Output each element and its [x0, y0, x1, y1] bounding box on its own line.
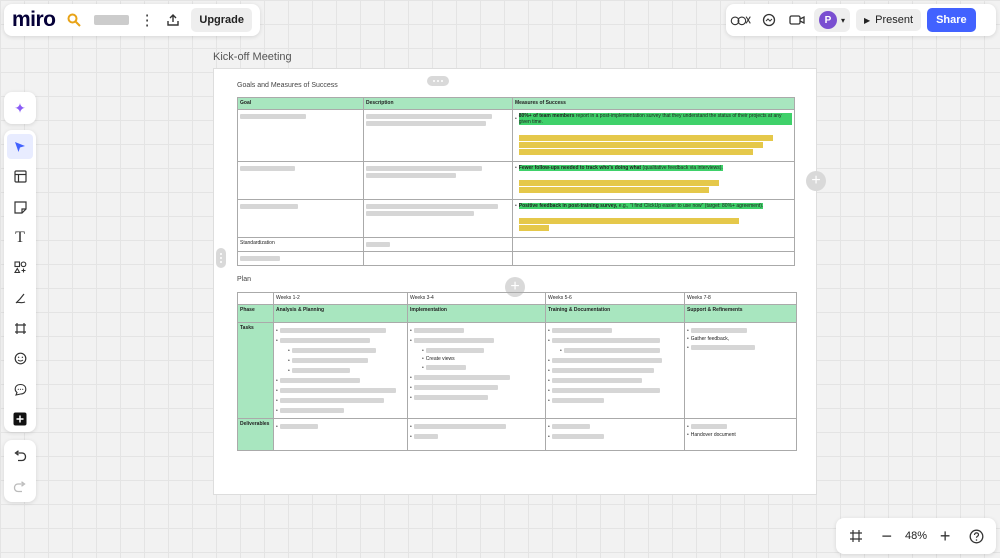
- add-item-right-icon[interactable]: +: [806, 171, 826, 191]
- select-cursor-icon[interactable]: [7, 134, 33, 160]
- export-icon[interactable]: [165, 9, 181, 31]
- tasks-label: Tasks: [237, 322, 274, 419]
- miro-logo[interactable]: miro: [12, 8, 56, 32]
- goals-col-description: Description: [363, 97, 513, 110]
- zoom-in-icon[interactable]: +: [932, 523, 958, 549]
- video-call-icon[interactable]: [786, 9, 808, 31]
- goals-col-goal: Goal: [237, 97, 364, 110]
- goals-col-measures: Measures of Success: [512, 97, 795, 110]
- add-apps-icon[interactable]: [7, 407, 33, 432]
- creation-toolbar: T: [4, 130, 36, 432]
- templates-icon[interactable]: [7, 164, 33, 189]
- search-icon[interactable]: [66, 9, 82, 31]
- task-create-views: Create views: [425, 356, 455, 362]
- chat-icon[interactable]: [758, 9, 780, 31]
- phase-support: Support & Refinements: [684, 304, 797, 323]
- table-row: Standardization: [237, 237, 795, 252]
- deliverables-label: Deliverables: [237, 418, 274, 451]
- history-toolbar: [4, 440, 36, 502]
- zoom-out-icon[interactable]: −: [874, 523, 900, 549]
- measure-2-text: (qualitative feedback via interviews).: [641, 165, 723, 171]
- user-menu[interactable]: P ▾: [814, 8, 851, 32]
- frame-title[interactable]: Kick-off Meeting: [213, 51, 292, 63]
- sticky-note-icon[interactable]: [7, 195, 33, 220]
- sparkle-icon[interactable]: ✦: [7, 95, 33, 121]
- present-button[interactable]: ▶ Present: [856, 9, 922, 31]
- measure-3-bold: Positive feedback in post-training surve…: [518, 203, 618, 209]
- plan-section-label: Plan: [237, 276, 252, 283]
- more-options-icon[interactable]: ⋮: [139, 9, 155, 31]
- text-icon[interactable]: T: [7, 225, 33, 250]
- frame-icon[interactable]: [7, 316, 33, 341]
- help-icon[interactable]: [963, 523, 989, 549]
- deliverable-handover: Handover document: [690, 432, 736, 438]
- table-row: Fewer follow-ups needed to track who's d…: [237, 161, 795, 200]
- measure-2-bold: Fewer follow-ups needed to track who's d…: [518, 165, 642, 171]
- upgrade-button[interactable]: Upgrade: [191, 8, 253, 32]
- standardization-cell: Standardization: [237, 237, 364, 252]
- plan-phase-row: Phase Analysis & Planning Implementation…: [237, 304, 797, 323]
- share-button[interactable]: Share: [927, 8, 976, 32]
- table-row: Positive feedback in post-training surve…: [237, 199, 795, 238]
- phase-training: Training & Documentation: [545, 304, 685, 323]
- weeks-5-6: Weeks 5-6: [545, 292, 685, 305]
- chevron-down-icon: ▾: [841, 15, 846, 25]
- weeks-3-4: Weeks 3-4: [407, 292, 546, 305]
- table-row: 80%+ of team members report in a post-im…: [237, 109, 795, 162]
- pen-icon[interactable]: [7, 285, 33, 310]
- plan-table[interactable]: Weeks 1-2 Weeks 3-4 Weeks 5-6 Weeks 7-8 …: [237, 292, 797, 451]
- zoom-level[interactable]: 48%: [905, 530, 927, 542]
- weeks-1-2: Weeks 1-2: [273, 292, 408, 305]
- drag-handle-top[interactable]: [427, 76, 449, 86]
- avatar: P: [819, 11, 837, 29]
- reactions-icon[interactable]: [730, 9, 752, 31]
- goals-section-label: Goals and Measures of Success: [237, 82, 338, 89]
- table-row: [237, 251, 795, 266]
- goals-header-row: Goal Description Measures of Success: [237, 97, 795, 110]
- undo-icon[interactable]: [7, 443, 33, 469]
- redo-icon[interactable]: [7, 474, 33, 500]
- top-left-toolbar: miro ⋮ Upgrade: [4, 4, 260, 36]
- phase-label: Phase: [237, 304, 274, 323]
- board-name[interactable]: [93, 15, 130, 25]
- drag-handle-side[interactable]: [216, 248, 226, 268]
- measure-3-text: e.g., "I find ClickUp easier to use now"…: [617, 203, 764, 209]
- plan-weeks-row: Weeks 1-2 Weeks 3-4 Weeks 5-6 Weeks 7-8: [237, 292, 797, 305]
- stickers-icon[interactable]: [7, 346, 33, 371]
- zoom-toolbar: − 48% +: [836, 518, 996, 554]
- comment-icon[interactable]: [7, 376, 33, 401]
- top-right-toolbar: P ▾ ▶ Present Share: [726, 4, 996, 36]
- phase-analysis: Analysis & Planning: [273, 304, 408, 323]
- present-label: Present: [875, 14, 914, 26]
- shapes-icon[interactable]: [7, 255, 33, 280]
- plan-deliverables-row: Deliverables Handover document: [237, 418, 797, 451]
- weeks-7-8: Weeks 7-8: [684, 292, 797, 305]
- play-icon: ▶: [864, 15, 871, 25]
- ai-assist-panel: ✦: [4, 92, 36, 124]
- fit-to-screen-icon[interactable]: [843, 523, 869, 549]
- plan-tasks-row: Tasks Create views: [237, 322, 797, 419]
- phase-implementation: Implementation: [407, 304, 546, 323]
- task-gather-feedback: Gather feedback,: [690, 336, 730, 342]
- goals-table[interactable]: Goal Description Measures of Success 80%…: [237, 97, 795, 266]
